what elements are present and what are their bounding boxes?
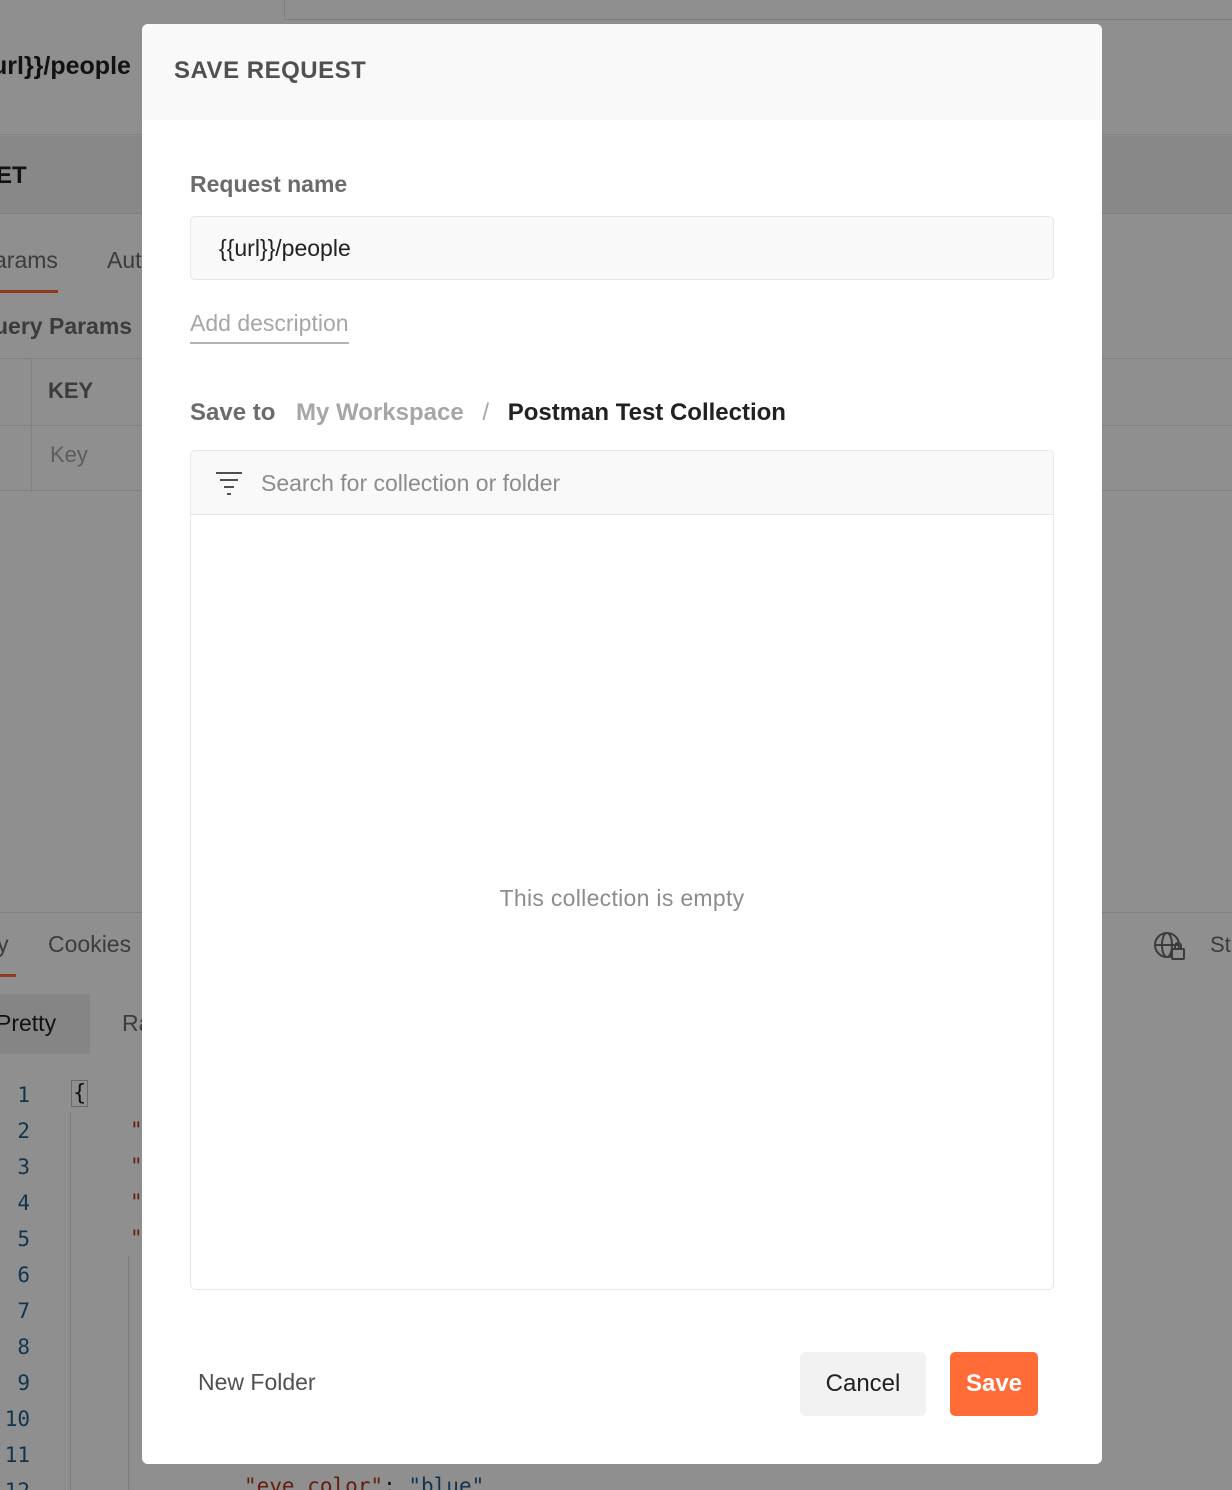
collection-search-bar <box>191 451 1053 515</box>
empty-collection-message: This collection is empty <box>499 885 745 911</box>
new-folder-button[interactable]: New Folder <box>198 1369 316 1396</box>
cancel-button[interactable]: Cancel <box>800 1352 926 1416</box>
filter-icon <box>216 472 242 495</box>
collection-search-input[interactable] <box>261 451 1041 515</box>
add-description-link[interactable]: Add description <box>190 310 349 344</box>
breadcrumb-collection: Postman Test Collection <box>507 399 786 426</box>
save-to-breadcrumb: Save to My Workspace / Postman Test Coll… <box>190 399 786 427</box>
save-to-label: Save to <box>190 399 276 426</box>
save-button[interactable]: Save <box>950 1352 1038 1416</box>
request-name-label: Request name <box>190 171 348 197</box>
collection-picker: This collection is empty <box>190 450 1054 1290</box>
request-name-input[interactable] <box>190 216 1054 280</box>
breadcrumb-separator: / <box>482 399 490 426</box>
dialog-header: SAVE REQUEST <box>142 24 1102 120</box>
dialog-title: SAVE REQUEST <box>174 57 367 84</box>
breadcrumb-workspace[interactable]: My Workspace <box>296 399 464 426</box>
save-request-dialog: SAVE REQUEST Request name Add descriptio… <box>142 24 1102 1464</box>
